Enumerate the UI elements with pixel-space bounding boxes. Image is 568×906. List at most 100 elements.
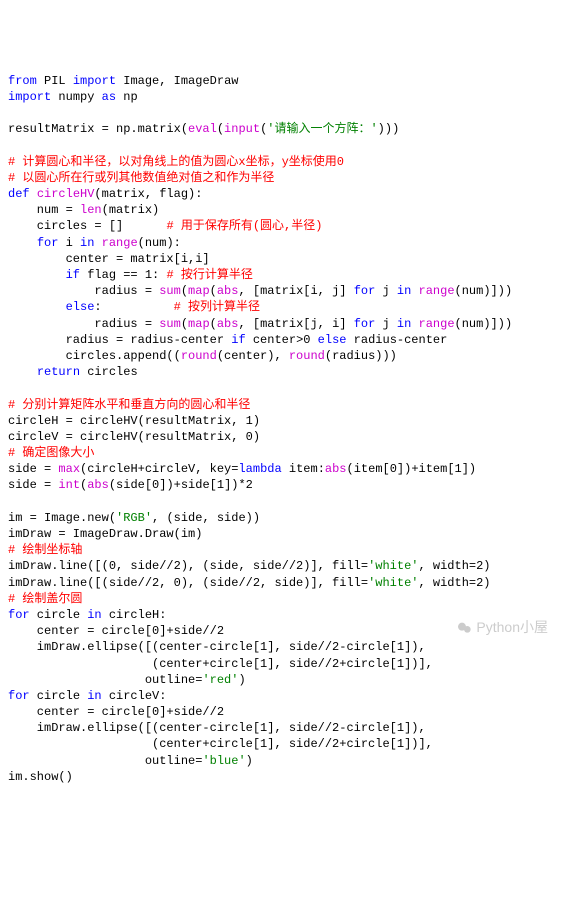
token-plain: (center+circle[1], side//2+circle[1])],	[8, 657, 433, 671]
token-plain: radius =	[8, 317, 159, 331]
token-kw: from	[8, 74, 37, 88]
token-fn: eval	[188, 122, 217, 136]
token-plain: imDraw.ellipse([(center-circle[1], side/…	[8, 640, 426, 654]
code-line: for i in range(num):	[8, 235, 560, 251]
token-plain: center = matrix[i,i]	[8, 252, 210, 266]
token-kw: in	[87, 608, 101, 622]
token-plain: item:	[282, 462, 325, 476]
token-plain: circleH:	[102, 608, 167, 622]
token-plain: center = circle[0]+side//2	[8, 705, 224, 719]
code-line: side = int(abs(side[0])+side[1])*2	[8, 477, 560, 493]
token-plain: circleV = circleHV(resultMatrix, 0)	[8, 430, 260, 444]
token-fn: range	[419, 317, 455, 331]
code-line: center = matrix[i,i]	[8, 251, 560, 267]
token-kw: for	[354, 317, 376, 331]
token-kw: for	[354, 284, 376, 298]
code-line: radius = radius-center if center>0 else …	[8, 332, 560, 348]
code-line	[8, 380, 560, 396]
token-cmt: # 按列计算半径	[174, 300, 260, 314]
token-plain: Image, ImageDraw	[116, 74, 238, 88]
token-plain: , [matrix[j, i]	[238, 317, 353, 331]
code-line	[8, 105, 560, 121]
token-plain: (center+circle[1], side//2+circle[1])],	[8, 737, 433, 751]
token-fn: abs	[217, 284, 239, 298]
token-kw: in	[87, 689, 101, 703]
code-line: if flag == 1: # 按行计算半径	[8, 267, 560, 283]
code-line	[8, 138, 560, 154]
token-cmt: # 绘制坐标轴	[8, 543, 82, 557]
token-kw: else	[66, 300, 95, 314]
token-fn: abs	[325, 462, 347, 476]
code-line: # 绘制坐标轴	[8, 542, 560, 558]
token-plain: imDraw.ellipse([(center-circle[1], side/…	[8, 721, 426, 735]
token-plain: (num)]))	[455, 317, 513, 331]
code-line: import numpy as np	[8, 89, 560, 105]
code-line: # 绘制盖尔圆	[8, 591, 560, 607]
token-kw: for	[37, 236, 59, 250]
token-kw: for	[8, 608, 30, 622]
token-kw: in	[80, 236, 94, 250]
token-plain	[8, 268, 66, 282]
token-plain	[411, 284, 418, 298]
token-plain: circleH = circleHV(resultMatrix, 1)	[8, 414, 260, 428]
token-plain: outline=	[8, 673, 202, 687]
code-line: circles.append((round(center), round(rad…	[8, 348, 560, 364]
token-plain: (radius)))	[325, 349, 397, 363]
token-kw: import	[8, 90, 51, 104]
token-plain: center = circle[0]+side//2	[8, 624, 224, 638]
token-kw: if	[66, 268, 80, 282]
token-fn: input	[224, 122, 260, 136]
token-plain	[411, 317, 418, 331]
token-plain: circles.append((	[8, 349, 181, 363]
token-str: 'RGB'	[116, 511, 152, 525]
token-plain: :	[94, 300, 173, 314]
token-plain: (	[210, 284, 217, 298]
code-line	[8, 494, 560, 510]
token-fn: range	[419, 284, 455, 298]
token-kw: import	[73, 74, 116, 88]
token-plain: circle	[30, 689, 88, 703]
token-plain: (	[181, 317, 188, 331]
token-plain: side =	[8, 462, 58, 476]
token-plain: radius-center	[346, 333, 447, 347]
token-plain: np	[116, 90, 138, 104]
token-cmt: # 确定图像大小	[8, 446, 94, 460]
code-line: else: # 按列计算半径	[8, 299, 560, 315]
token-plain: (num)]))	[455, 284, 513, 298]
code-line: circleH = circleHV(resultMatrix, 1)	[8, 413, 560, 429]
token-plain: circleV:	[102, 689, 167, 703]
code-line: outline='blue')	[8, 753, 560, 769]
code-line: imDraw.line([(side//2, 0), (side//2, sid…	[8, 575, 560, 591]
token-str: 'white'	[368, 576, 418, 590]
token-plain: outline=	[8, 754, 202, 768]
token-fn: sum	[159, 284, 181, 298]
watermark: Python小屋	[456, 618, 548, 637]
token-plain: (num):	[138, 236, 181, 250]
code-line: # 以圆心所在行或列其他数值绝对值之和作为半径	[8, 170, 560, 186]
token-plain: center>0	[246, 333, 318, 347]
token-plain: , width=2)	[418, 576, 490, 590]
token-plain: side =	[8, 478, 58, 492]
code-line: radius = sum(map(abs, [matrix[j, i] for …	[8, 316, 560, 332]
wechat-icon	[456, 620, 472, 636]
token-fn: round	[181, 349, 217, 363]
token-fn: sum	[159, 317, 181, 331]
token-plain: imDraw.line([(0, side//2), (side, side//…	[8, 559, 368, 573]
token-str: 'red'	[202, 673, 238, 687]
token-plain	[8, 236, 37, 250]
token-plain: im = Image.new(	[8, 511, 116, 525]
code-line: (center+circle[1], side//2+circle[1])],	[8, 736, 560, 752]
code-line: # 分别计算矩阵水平和垂直方向的圆心和半径	[8, 397, 560, 413]
token-plain: radius =	[8, 284, 159, 298]
token-plain: (center),	[217, 349, 289, 363]
code-line: center = circle[0]+side//2	[8, 704, 560, 720]
token-str: 'blue'	[202, 754, 245, 768]
token-plain: imDraw = ImageDraw.Draw(im)	[8, 527, 202, 541]
code-line: circles = [] # 用于保存所有(圆心,半径)	[8, 218, 560, 234]
token-cmt: # 以圆心所在行或列其他数值绝对值之和作为半径	[8, 171, 274, 185]
code-line: side = max(circleH+circleV, key=lambda i…	[8, 461, 560, 477]
token-kw: as	[102, 90, 116, 104]
token-plain: (	[210, 317, 217, 331]
token-fn: range	[102, 236, 138, 250]
token-cmt: # 绘制盖尔圆	[8, 592, 82, 606]
